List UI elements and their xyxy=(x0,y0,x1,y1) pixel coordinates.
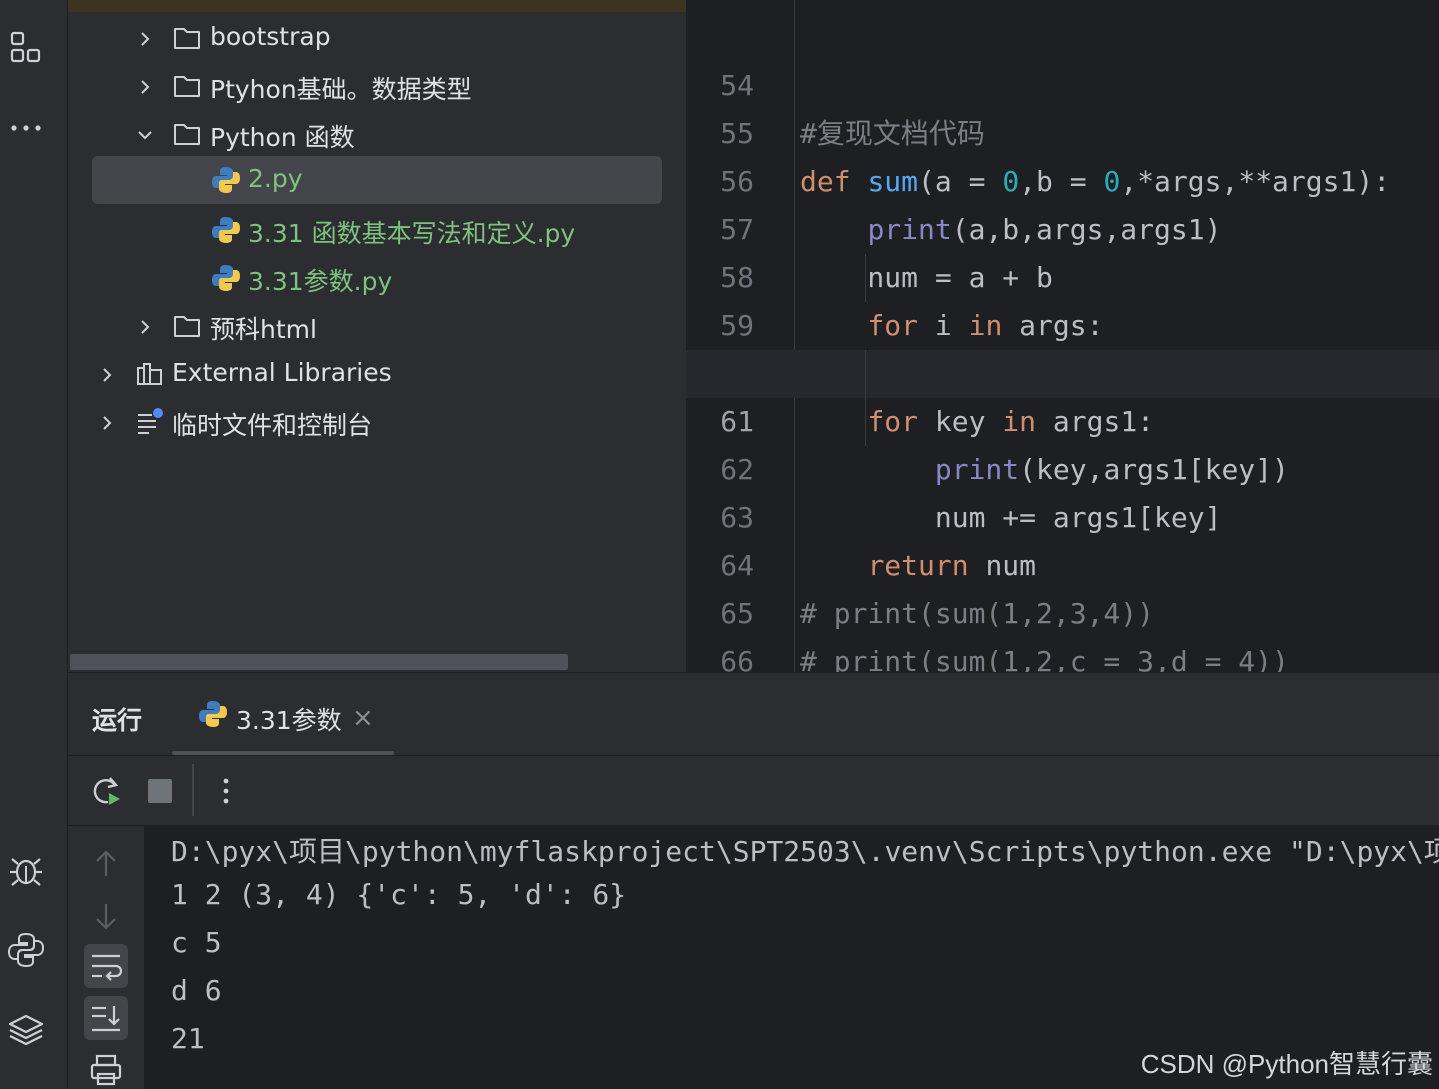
project-tree-panel: bootstrap Ptyhon基础。数据类型 Python 函数 2.py 3… xyxy=(68,0,686,672)
more-tools-icon[interactable] xyxy=(6,108,46,148)
run-toolbar xyxy=(68,756,1439,826)
run-panel: 运行 3.31参数 × D:\pyx\项目\python\myflaskproj… xyxy=(68,672,1439,1089)
code-editor[interactable]: 54 #复现文档代码 55 def sum(a = 0,b = 0,*args,… xyxy=(686,0,1439,726)
tree-label: External Libraries xyxy=(172,358,392,387)
python-file-icon xyxy=(198,699,228,729)
code-line-current: 61 print(key,args1[key]) xyxy=(686,350,1439,486)
tree-file-2py[interactable]: 2.py xyxy=(68,156,686,204)
code-line: 56 print(a,b,args,args1) xyxy=(686,110,1439,246)
close-icon[interactable]: × xyxy=(352,703,374,733)
chevron-right-icon[interactable] xyxy=(96,363,118,385)
arrow-down-icon[interactable] xyxy=(84,894,128,938)
indent-guide xyxy=(865,254,866,302)
python-console-icon[interactable] xyxy=(6,930,46,970)
python-file-icon xyxy=(211,263,241,293)
folder-icon xyxy=(172,311,202,341)
horizontal-scrollbar[interactable] xyxy=(70,654,568,670)
console-line: 21 xyxy=(171,1022,205,1055)
run-tab-label: 3.31参数 xyxy=(236,706,342,735)
python-file-icon xyxy=(211,215,241,245)
console-side-toolbar xyxy=(68,826,144,1089)
tree-folder-python-basics[interactable]: Ptyhon基础。数据类型 xyxy=(68,62,686,110)
tree-scratches-consoles[interactable]: 临时文件和控制台 xyxy=(68,398,686,446)
tree-folder-preview-html[interactable]: 预科html xyxy=(68,302,686,350)
project-header-strip xyxy=(68,0,686,12)
code-line: 57 num = a + b xyxy=(686,158,1439,294)
tree-label: 预科html xyxy=(210,315,317,344)
chevron-right-icon[interactable] xyxy=(134,27,156,49)
stop-icon[interactable] xyxy=(142,773,178,809)
scroll-to-end-icon[interactable] xyxy=(84,996,128,1040)
scratches-icon xyxy=(135,407,165,437)
chevron-right-icon[interactable] xyxy=(134,75,156,97)
rerun-icon[interactable] xyxy=(88,773,124,809)
code-line: 63 return num xyxy=(686,446,1439,582)
code-line: 64 # print(sum(1,2,3,4)) xyxy=(686,494,1439,630)
folder-icon xyxy=(172,119,202,149)
library-icon xyxy=(135,359,165,389)
run-panel-title: 运行 xyxy=(92,706,143,735)
structure-icon[interactable] xyxy=(6,28,46,68)
code-line: 65 # print(sum(1,2,c = 3,d = 4)) xyxy=(686,542,1439,678)
indent-guide xyxy=(865,350,866,446)
tree-label: 2.py xyxy=(248,164,303,193)
code-line: 60 for key in args1: xyxy=(686,302,1439,438)
code-line: 66 print(sum(1,2,3,4,c = 5,d = 6)) xyxy=(686,590,1439,726)
print-icon[interactable] xyxy=(84,1048,128,1089)
tree-external-libraries[interactable]: External Libraries xyxy=(68,350,686,398)
debug-icon[interactable] xyxy=(6,850,46,890)
tree-label: 临时文件和控制台 xyxy=(172,411,373,440)
code-line: 59 num += i xyxy=(686,254,1439,390)
console-line: c 5 xyxy=(171,926,222,959)
folder-icon xyxy=(172,71,202,101)
chevron-right-icon[interactable] xyxy=(96,411,118,433)
tree-label: bootstrap xyxy=(210,22,331,51)
soft-wrap-icon[interactable] xyxy=(84,944,128,988)
more-vertical-icon[interactable] xyxy=(208,773,244,809)
layers-icon[interactable] xyxy=(6,1010,46,1050)
console-line: 1 2 (3, 4) {'c': 5, 'd': 6} xyxy=(171,878,627,911)
console-line: D:\pyx\项目\python\myflaskproject\SPT2503\… xyxy=(171,835,1439,868)
tree-folder-bootstrap[interactable]: bootstrap xyxy=(68,14,686,62)
chevron-right-icon[interactable] xyxy=(134,315,156,337)
tree-label: 3.31参数.py xyxy=(248,267,393,296)
folder-icon xyxy=(172,23,202,53)
python-file-icon xyxy=(211,165,241,195)
tree-folder-python-functions[interactable]: Python 函数 xyxy=(68,110,686,158)
toolbar-divider xyxy=(192,764,194,816)
arrow-up-icon[interactable] xyxy=(84,842,128,886)
code-line: 55 def sum(a = 0,b = 0,*args,**args1): xyxy=(686,62,1439,198)
selection-highlight xyxy=(92,156,662,204)
watermark: CSDN @Python智慧行囊 xyxy=(1140,1049,1433,1079)
tree-file-function-definition[interactable]: 3.31 函数基本写法和定义.py xyxy=(68,206,686,254)
tree-label: 3.31 函数基本写法和定义.py xyxy=(248,219,576,248)
code-line: 58 for i in args: xyxy=(686,206,1439,342)
tree-label: Ptyhon基础。数据类型 xyxy=(210,75,472,104)
code-line: 62 num += args1[key] xyxy=(686,398,1439,534)
chevron-down-icon[interactable] xyxy=(134,123,156,145)
console-line: d 6 xyxy=(171,974,222,1007)
code-line: 54 #复现文档代码 xyxy=(686,14,1439,150)
tree-file-params[interactable]: 3.31参数.py xyxy=(68,254,686,302)
activity-bar xyxy=(0,0,68,1089)
tree-label: Python 函数 xyxy=(210,123,355,152)
